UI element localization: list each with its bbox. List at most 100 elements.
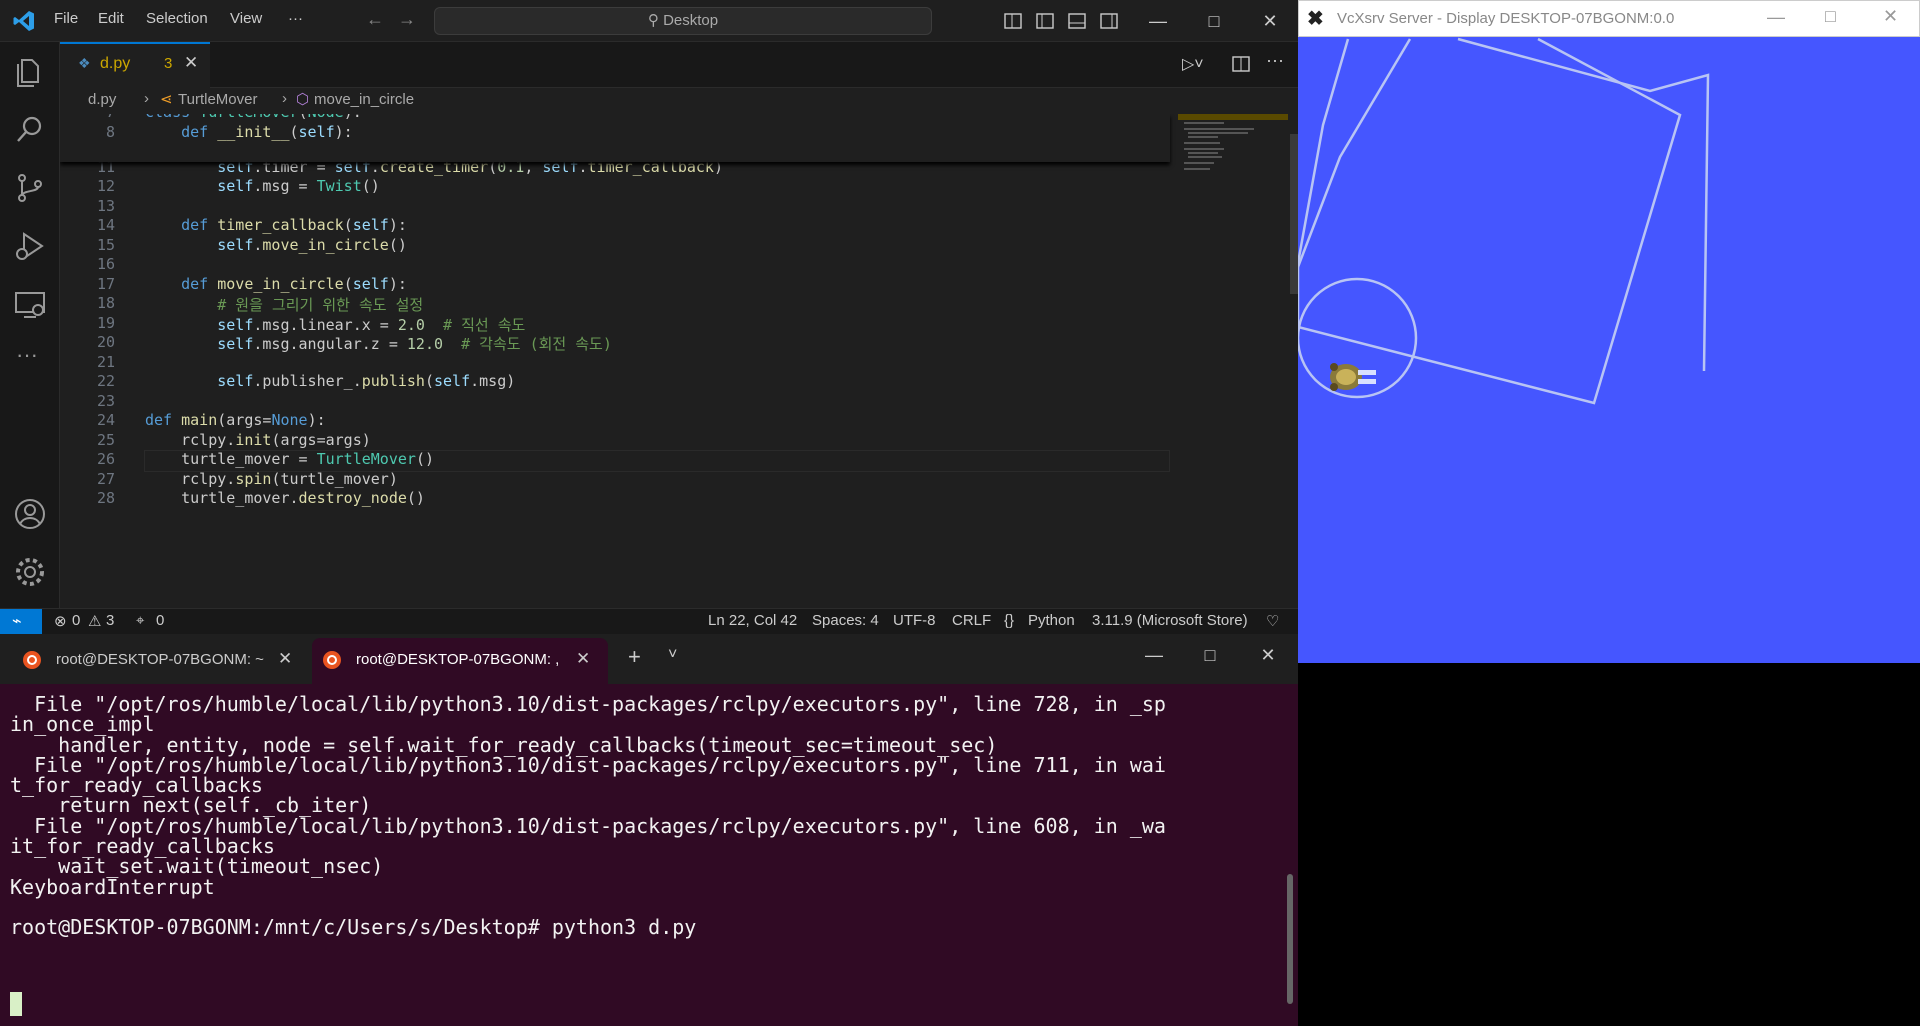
error-count[interactable]: 0 [72,612,80,629]
menu-edit[interactable]: Edit [98,10,124,27]
toggle-primary-sidebar-icon[interactable] [1036,12,1054,30]
editor-tab-bar [60,42,1298,88]
sticky-line-number: 7 [60,114,115,121]
terminal-tab-close-icon[interactable]: ✕ [576,649,590,669]
split-editor-icon[interactable] [1232,56,1250,72]
back-arrow-icon[interactable]: ← [366,9,384,30]
close-icon[interactable]: ✕ [1883,6,1898,27]
remote-icon: ⌁ [12,613,22,630]
source-control-icon[interactable] [12,170,48,206]
code-editor[interactable]: 10 self.publisher_ = self.create_publish… [60,114,1298,608]
terminal-output[interactable]: File "/opt/ros/humble/local/lib/python3.… [10,692,1290,939]
terminal-tab-bar: root@DESKTOP-07BGONM: ~ ✕ root@DESKTOP-0… [0,634,1298,684]
sticky-code-line[interactable]: def __init__(self): [145,123,353,141]
terminal-tab-close-icon[interactable]: ✕ [278,649,292,669]
empty-desktop-area [1298,663,1920,1026]
editor-more-actions-icon[interactable]: ··· [1266,50,1284,71]
code-line: turtle_mover.destroy_node() [145,489,425,507]
accounts-icon[interactable] [12,496,48,532]
tab-d-py[interactable]: ❖ d.py 3 ✕ [60,42,210,88]
terminal-line: return next(self._cb_iter) [10,793,372,818]
maximize-icon[interactable]: □ [1196,642,1224,668]
command-center-search[interactable]: ⚲ Desktop [434,7,932,35]
editor-scrollbar[interactable] [1290,134,1298,294]
braces-icon: {} [1004,612,1015,629]
current-line-highlight [144,450,1170,472]
run-python-file-icon[interactable]: ▷˅ [1182,54,1204,74]
breadcrumb-file[interactable]: d.py [88,91,116,108]
encoding[interactable]: UTF-8 [893,612,936,629]
remote-indicator[interactable]: ⌁ [0,609,42,634]
language-mode[interactable]: Python [1028,612,1075,629]
close-icon[interactable]: ✕ [1256,8,1284,34]
line-number: 27 [96,469,115,488]
breadcrumb-class[interactable]: TurtleMover [178,91,257,108]
vscode-logo-icon [13,11,34,31]
forward-arrow-icon[interactable]: → [398,9,416,30]
vscode-window: File Edit Selection View ··· ← → ⚲ Deskt… [0,0,1298,634]
run-and-debug-icon[interactable] [12,228,48,264]
cursor-position[interactable]: Ln 22, Col 42 [708,612,797,629]
code-line: self.publisher_.publish(self.msg) [217,372,516,390]
line-number: 22 [96,372,115,390]
turtle-icon [1330,363,1376,391]
terminal-scrollbar[interactable] [1287,874,1293,1004]
toggle-panel-icon[interactable] [1068,12,1086,30]
search-icon[interactable] [12,112,48,148]
toggle-secondary-sidebar-icon[interactable] [1100,12,1118,30]
maximize-icon[interactable]: □ [1825,6,1836,27]
status-bar: ⌁ ⊗ 0 ⚠ 3 ⌖ 0 Ln 22, Col 42 Spaces: 4 UT… [0,608,1298,634]
explorer-icon[interactable] [12,54,48,90]
class-symbol-icon: ⋖ [160,91,173,108]
vcxsrv-title-bar: ✖ VcXsrv Server - Display DESKTOP-07BGON… [1298,0,1920,37]
terminal-tab-title: root@DESKTOP-07BGONM: ~ [56,651,264,668]
chevron-right-icon: › [144,90,149,107]
vcxsrv-title: VcXsrv Server - Display DESKTOP-07BGONM:… [1337,10,1675,27]
error-icon: ⊗ [54,613,67,630]
activity-bar: ··· [0,42,60,608]
terminal-tab-2-active[interactable]: root@DESKTOP-07BGONM: , ✕ [312,638,608,684]
code-line: def move_in_circle(self): [181,274,407,293]
code-line: self.msg.linear.x = 2.0 # 직선 속도 [217,315,526,334]
tab-close-icon[interactable]: ✕ [184,53,198,73]
customize-layout-icon[interactable] [1004,12,1022,30]
terminal-tab-1[interactable]: root@DESKTOP-07BGONM: ~ ✕ [14,642,304,684]
ports-count[interactable]: 0 [156,612,164,629]
search-label: Desktop [663,12,719,29]
code-line: def main(args=None): [145,411,326,429]
code-line: self.msg.angular.z = 12.0 # 각속도 (회전 속도) [217,335,612,353]
notifications-bell-icon[interactable]: ♡ [1266,612,1279,630]
maximize-icon[interactable]: □ [1200,8,1228,34]
line-number: 21 [96,352,115,371]
terminal-line: handler, entity, node = self.wait_for_re… [10,732,998,757]
python-interpreter[interactable]: 3.11.9 (Microsoft Store) [1092,612,1248,629]
minimap[interactable] [1178,114,1288,608]
line-number: 20 [96,333,115,351]
menu-file[interactable]: File [54,10,78,27]
code-line: # 원을 그리기 위한 속도 설정 [217,296,424,314]
terminal-line: wait_set.wait(timeout_nsec) [10,854,384,879]
new-tab-plus-icon[interactable]: + [628,644,641,670]
minimize-icon[interactable]: — [1144,8,1172,34]
menu-selection[interactable]: Selection [146,10,208,27]
sticky-code-line[interactable]: class TurtleMover(Node): [145,114,362,121]
more-views-icon[interactable]: ··· [16,342,38,368]
minimize-icon[interactable]: — [1140,642,1168,668]
close-icon[interactable]: ✕ [1254,642,1282,668]
line-number: 15 [96,235,115,254]
settings-gear-icon[interactable] [12,554,48,590]
warning-count[interactable]: 3 [106,612,114,629]
line-number: 14 [96,216,115,234]
end-of-line[interactable]: CRLF [952,612,991,629]
code-line: rclpy.spin(turtle_mover) [145,469,398,488]
menu-more[interactable]: ··· [288,10,303,27]
menu-view[interactable]: View [230,10,262,27]
breadcrumb-method[interactable]: move_in_circle [314,91,414,108]
code-line: def timer_callback(self): [181,216,407,234]
tab-filename: d.py [100,55,131,72]
indentation[interactable]: Spaces: 4 [812,612,879,629]
remote-explorer-icon[interactable] [12,286,48,322]
minimize-icon[interactable]: — [1767,7,1785,28]
tab-dropdown-chevron-icon[interactable]: ˅ [668,646,677,664]
turtlesim-canvas [1296,37,1920,663]
